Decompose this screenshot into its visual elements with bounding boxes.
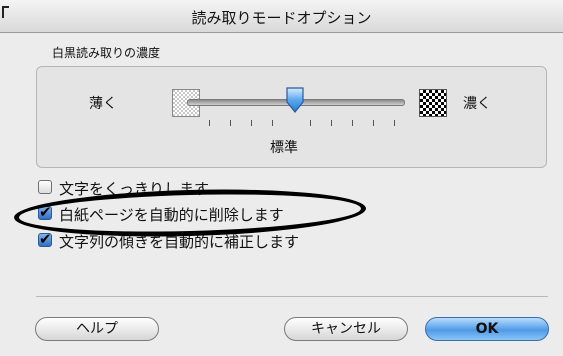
density-group-box: 薄く 濃く 標準 bbox=[36, 66, 547, 168]
density-slider-thumb[interactable] bbox=[285, 87, 305, 113]
light-label: 薄く bbox=[89, 96, 117, 112]
slider-tick bbox=[394, 120, 395, 126]
cancel-button[interactable]: キャンセル bbox=[284, 317, 408, 341]
slider-tick bbox=[209, 120, 210, 126]
dialog-window: 読み取りモードオプション 白黒読み取りの濃度 薄く 濃く 標準 文字をくっきりし… bbox=[0, 0, 563, 356]
window-title: 読み取りモードオプション bbox=[191, 9, 372, 27]
dark-pattern-icon bbox=[419, 89, 447, 117]
slider-tick bbox=[310, 120, 311, 126]
slider-tick bbox=[230, 120, 231, 126]
title-bar[interactable]: 読み取りモードオプション bbox=[0, 0, 563, 33]
slider-tick bbox=[251, 120, 252, 126]
separator-line bbox=[36, 296, 548, 297]
ok-button[interactable]: OK bbox=[425, 317, 549, 341]
sharpen-text-checkbox[interactable] bbox=[38, 180, 52, 194]
checkmark-icon: ✔ bbox=[39, 230, 52, 248]
slider-tick bbox=[373, 120, 374, 126]
auto-deskew-checkbox[interactable]: ✔ bbox=[38, 230, 52, 248]
slider-tick bbox=[331, 120, 332, 126]
slider-tick bbox=[352, 120, 353, 126]
slider-tick bbox=[272, 120, 273, 126]
help-button[interactable]: ヘルプ bbox=[35, 317, 159, 341]
dark-label: 濃く bbox=[463, 96, 491, 112]
density-group-label: 白黒読み取りの濃度 bbox=[52, 46, 161, 60]
standard-label: 標準 bbox=[270, 140, 298, 156]
